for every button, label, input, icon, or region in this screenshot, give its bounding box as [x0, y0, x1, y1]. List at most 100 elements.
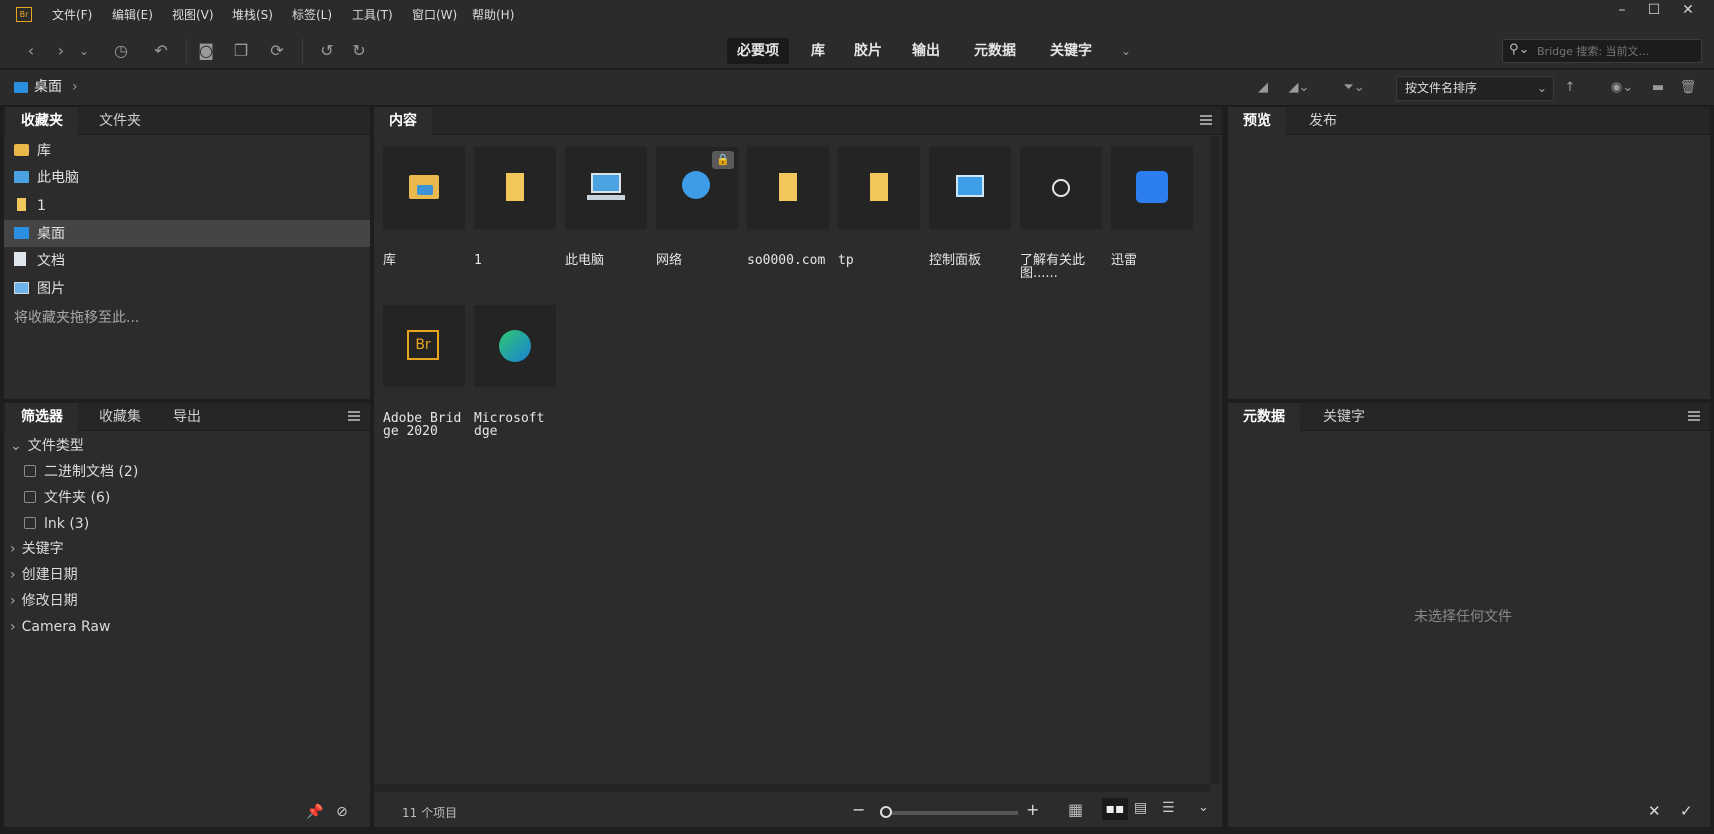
sidebar-item-pictures[interactable]: 图片: [14, 276, 65, 302]
view-thumbnails-icon[interactable]: ▪▪: [1102, 798, 1128, 820]
thumbnail-adobe-bridge[interactable]: Br: [383, 305, 465, 387]
sort-direction-icon[interactable]: ↑: [1562, 77, 1578, 99]
close-window-button[interactable]: ✕: [1672, 0, 1704, 20]
forward-icon[interactable]: ›: [52, 40, 70, 62]
breadcrumb-arrow-icon[interactable]: ›: [72, 78, 78, 96]
tab-filter[interactable]: 筛选器: [6, 403, 78, 431]
content-scrollbar[interactable]: [1210, 136, 1220, 784]
view-details-icon[interactable]: ▤: [1134, 800, 1147, 816]
filter-check-binary[interactable]: 二进制文档 (2): [10, 460, 138, 484]
content-hscrollbar[interactable]: [374, 784, 1210, 792]
chevron-right-icon: ›: [10, 593, 16, 609]
content-panel-menu-icon[interactable]: [1200, 115, 1212, 125]
camera-icon[interactable]: ◙: [194, 40, 218, 62]
menu-view[interactable]: 视图(V): [172, 0, 214, 31]
checkbox[interactable]: [24, 465, 36, 477]
thumbnail-size-slider[interactable]: [880, 811, 1018, 815]
checkbox[interactable]: [24, 491, 36, 503]
slider-thumb[interactable]: [880, 806, 892, 818]
zoom-in-icon[interactable]: +: [1026, 800, 1039, 819]
zoom-out-icon[interactable]: −: [852, 800, 865, 819]
tab-preview[interactable]: 预览: [1228, 107, 1286, 135]
search-box[interactable]: ⚲⌄: [1502, 39, 1702, 63]
thumbnail-thunder[interactable]: [1111, 147, 1193, 229]
workspace-metadata[interactable]: 元数据: [964, 38, 1026, 64]
filter-panel-menu-icon[interactable]: [348, 411, 360, 421]
filter-group-keywords[interactable]: › 关键字: [10, 537, 64, 561]
thumbnail-network[interactable]: 🔒: [656, 147, 738, 229]
metadata-panel-menu-icon[interactable]: [1688, 411, 1700, 421]
workspace-output[interactable]: 输出: [904, 38, 948, 64]
tab-keywords[interactable]: 关键字: [1308, 403, 1380, 431]
rotate-left-icon[interactable]: ↺: [316, 40, 338, 62]
view-list-icon[interactable]: ☰: [1162, 800, 1175, 816]
menu-tools[interactable]: 工具(T): [352, 0, 393, 31]
thumbnail-library[interactable]: [383, 147, 465, 229]
breadcrumb-desktop[interactable]: 桌面: [34, 78, 62, 96]
quality-icon[interactable]: ◢: [1254, 77, 1272, 99]
thumbnail-about[interactable]: [1020, 147, 1102, 229]
thumbnail-control-panel[interactable]: [929, 147, 1011, 229]
filter-check-folder[interactable]: 文件夹 (6): [10, 486, 110, 510]
tab-publish[interactable]: 发布: [1294, 107, 1352, 135]
minimize-button[interactable]: –: [1606, 0, 1638, 20]
thumbnail-so0000[interactable]: [747, 147, 829, 229]
refine-icon[interactable]: ❐: [224, 40, 258, 62]
recent-history-icon[interactable]: ◷: [106, 40, 136, 62]
back-icon[interactable]: ‹: [22, 40, 40, 62]
open-recent-icon[interactable]: ⟳: [266, 40, 288, 62]
view-options-icon[interactable]: ⌄: [1198, 800, 1209, 815]
tab-favorites[interactable]: 收藏夹: [6, 107, 78, 135]
pin-icon[interactable]: 📌: [306, 804, 323, 820]
filter-group-file-type[interactable]: ⌄ 文件类型: [10, 434, 84, 458]
network-icon: [682, 171, 710, 199]
tab-collections[interactable]: 收藏集: [84, 403, 156, 431]
menu-help[interactable]: 帮助(H): [472, 0, 514, 31]
filter-group-date-modified[interactable]: › 修改日期: [10, 589, 78, 613]
filter-group-camera-raw[interactable]: › Camera Raw: [10, 615, 110, 639]
thumbnail-folder-1[interactable]: [474, 147, 556, 229]
sidebar-item-documents[interactable]: 文档: [14, 248, 65, 274]
tab-folders[interactable]: 文件夹: [84, 107, 156, 135]
thumbnail-tp[interactable]: [838, 147, 920, 229]
new-folder-icon[interactable]: ▬: [1648, 77, 1668, 99]
menu-edit[interactable]: 编辑(E): [112, 0, 153, 31]
tab-content[interactable]: 内容: [374, 107, 432, 135]
cancel-icon[interactable]: ✕: [1648, 802, 1661, 820]
computer-base-icon: [587, 195, 625, 200]
boomerang-icon[interactable]: ↶: [150, 40, 172, 62]
filter-icon[interactable]: ⏷⌄: [1336, 77, 1372, 99]
chevron-right-icon: ›: [10, 567, 16, 583]
search-input[interactable]: [1537, 42, 1697, 60]
thumbnail-this-pc[interactable]: [565, 147, 647, 229]
filter-check-lnk[interactable]: lnk (3): [10, 512, 89, 536]
checkbox[interactable]: [24, 517, 36, 529]
menu-stacks[interactable]: 堆栈(S): [232, 0, 273, 31]
clear-filter-icon[interactable]: ⊘: [336, 804, 348, 820]
delete-icon[interactable]: 🗑: [1678, 77, 1698, 99]
grid-lock-icon[interactable]: ▦: [1068, 800, 1083, 819]
workspace-keywords[interactable]: 关键字: [1040, 38, 1102, 64]
menu-label[interactable]: 标签(L): [292, 0, 332, 31]
apply-icon[interactable]: ✓: [1680, 802, 1693, 820]
menu-file[interactable]: 文件(F): [52, 0, 92, 31]
thumbnail-edge[interactable]: [474, 305, 556, 387]
workspace-more-icon[interactable]: ⌄: [1116, 40, 1136, 62]
workspace-filmstrip[interactable]: 胶片: [846, 38, 890, 64]
workspace-essentials[interactable]: 必要项: [727, 38, 789, 64]
sidebar-item-desktop[interactable]: 桌面: [14, 221, 65, 247]
tab-export[interactable]: 导出: [158, 403, 216, 431]
workspace-libraries[interactable]: 库: [800, 38, 836, 64]
sidebar-item-this-pc[interactable]: 此电脑: [14, 165, 79, 191]
maximize-button[interactable]: ☐: [1638, 0, 1670, 20]
sort-select[interactable]: 按文件名排序 ⌄: [1396, 76, 1554, 101]
tab-metadata[interactable]: 元数据: [1228, 403, 1300, 431]
sidebar-item-folder-1[interactable]: 1: [14, 193, 46, 219]
open-recent-folder-icon[interactable]: ◉⌄: [1604, 77, 1640, 99]
chevron-down-icon[interactable]: ⌄: [76, 40, 92, 62]
sort-by-rating-icon[interactable]: ◢⌄: [1282, 77, 1316, 99]
sidebar-item-library[interactable]: 库: [14, 138, 51, 164]
rotate-right-icon[interactable]: ↻: [348, 40, 370, 62]
filter-group-date-created[interactable]: › 创建日期: [10, 563, 78, 587]
menu-window[interactable]: 窗口(W): [412, 0, 457, 31]
